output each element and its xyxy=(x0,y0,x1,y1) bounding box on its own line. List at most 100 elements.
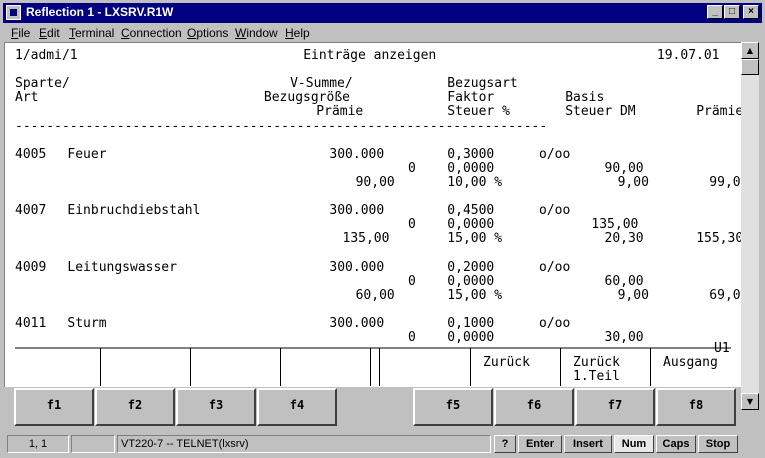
screen-text: 20,30 xyxy=(604,231,644,247)
menu-connection[interactable]: Connection xyxy=(121,26,182,40)
screen-text: Prämie xyxy=(696,104,744,120)
menu-options[interactable]: Options xyxy=(187,26,228,40)
status-spacer xyxy=(71,435,115,453)
screen-text: 4005 xyxy=(15,146,47,162)
screen-text: 9,00 xyxy=(617,174,649,190)
scroll-down-icon[interactable]: ▼ xyxy=(741,393,759,410)
screen-text: 135,00 xyxy=(591,217,639,233)
screen-text: 0,0000 xyxy=(447,330,495,345)
stop-button[interactable]: Stop xyxy=(698,435,738,453)
screen-text: 155,30 xyxy=(696,231,744,247)
title-bar[interactable]: Reflection 1 - LXSRV.R1W _ □ × xyxy=(3,3,762,23)
screen-text: Einbruchdiebstahl xyxy=(67,203,201,219)
f4-button[interactable]: f4 xyxy=(257,388,337,426)
menu-edit[interactable]: Edit xyxy=(39,26,60,40)
screen-text: 15,00 % xyxy=(447,287,503,303)
screen-text: ----------------------------------------… xyxy=(15,118,548,134)
screen-text: Steuer % xyxy=(447,104,510,120)
screen-text: 10,00 % xyxy=(447,174,503,190)
screen-text: o/oo xyxy=(539,203,571,219)
screen-text: Prämie xyxy=(316,104,364,120)
screen-text: o/oo xyxy=(539,146,571,162)
screen-text: 4011 xyxy=(15,315,47,331)
screen-text: Bezugsart xyxy=(447,76,518,92)
screen-text: 300.000 xyxy=(329,315,385,331)
screen-text: 0 xyxy=(408,217,416,233)
menu-bar: File Edit Terminal Connection Options Wi… xyxy=(3,24,762,42)
screen-text: 0,2000 xyxy=(447,259,495,275)
screen-text: Sturm xyxy=(67,315,107,331)
enter-button[interactable]: Enter xyxy=(518,435,562,453)
screen-text: 300.000 xyxy=(329,146,385,162)
screen-text: 0,0000 xyxy=(447,160,495,176)
scroll-thumb[interactable] xyxy=(741,59,759,75)
screen-text: V-Summe/ xyxy=(290,76,353,92)
screen-text: 0 xyxy=(408,330,416,345)
reflection-window: Reflection 1 - LXSRV.R1W _ □ × File Edit… xyxy=(0,0,765,458)
screen-text: 0 xyxy=(408,273,416,289)
minimize-button[interactable]: _ xyxy=(707,5,723,19)
screen-text: 60,00 xyxy=(604,273,644,289)
size-grip-icon[interactable] xyxy=(740,435,760,453)
scroll-up-icon[interactable]: ▲ xyxy=(741,42,759,59)
screen-text: 0 xyxy=(408,160,416,176)
screen-text: 1/admi/1 xyxy=(15,48,78,63)
menu-terminal[interactable]: Terminal xyxy=(69,26,114,40)
window-title: Reflection 1 - LXSRV.R1W xyxy=(26,5,174,19)
f1-button[interactable]: f1 xyxy=(14,388,94,426)
screen-text: 4007 xyxy=(15,203,47,219)
function-key-bar: f1 f2 f3 f4 f5 f6 f7 f8 xyxy=(4,387,741,432)
screen-text: 19.07.01 xyxy=(656,48,720,63)
screen-text: 300.000 xyxy=(329,203,385,219)
screen-text: 0,4500 xyxy=(447,203,495,219)
screen-text: Faktor xyxy=(447,90,495,106)
vertical-scrollbar[interactable]: ▲ ▼ xyxy=(741,42,759,410)
screen-text: 0,3000 xyxy=(447,146,495,162)
screen-text: 9,00 xyxy=(617,287,649,303)
status-bar: 1, 1 VT220-7 -- TELNET(lxsrv) ? Enter In… xyxy=(3,434,762,454)
screen-text: 4009 xyxy=(15,259,47,275)
menu-window[interactable]: Window xyxy=(235,26,278,40)
help-button[interactable]: ? xyxy=(494,435,516,453)
screen-text: o/oo xyxy=(539,259,571,275)
f3-button[interactable]: f3 xyxy=(176,388,256,426)
menu-help[interactable]: Help xyxy=(285,26,310,40)
close-button[interactable]: × xyxy=(743,5,759,19)
screen-text: 30,00 xyxy=(604,330,644,345)
app-icon[interactable] xyxy=(6,5,21,20)
f7-button[interactable]: f7 xyxy=(575,388,655,426)
screen-text: Feuer xyxy=(67,146,107,162)
cursor-position: 1, 1 xyxy=(7,435,69,453)
caps-indicator[interactable]: Caps xyxy=(656,435,696,453)
screen-text: 90,00 xyxy=(604,160,644,176)
screen-text: Einträge anzeigen xyxy=(303,48,437,63)
f6-button[interactable]: f6 xyxy=(494,388,574,426)
f8-button[interactable]: f8 xyxy=(656,388,736,426)
screen-text: 135,00 xyxy=(342,231,390,247)
screen-text: Art xyxy=(15,90,39,106)
num-indicator[interactable]: Num xyxy=(614,435,654,453)
f2-button[interactable]: f2 xyxy=(95,388,175,426)
screen-text: 0,0000 xyxy=(447,273,495,289)
menu-file[interactable]: File xyxy=(11,26,30,40)
terminal-screen[interactable]: U1 Zurück Zurück 1.Teil Ausgang 1/admi/1 E… xyxy=(4,42,748,388)
screen-text: 90,00 xyxy=(355,174,395,190)
screen-text: 0,0000 xyxy=(447,217,495,233)
f5-button[interactable]: f5 xyxy=(413,388,493,426)
screen-text: Steuer DM xyxy=(565,104,636,120)
softkey-label-f8: Ausgang xyxy=(663,355,718,370)
connection-status: VT220-7 -- TELNET(lxsrv) xyxy=(117,435,491,453)
screen-text: o/oo xyxy=(539,315,571,331)
screen-text: Sparte/ xyxy=(15,76,70,92)
screen-text: 300.000 xyxy=(329,259,385,275)
screen-text: 15,00 % xyxy=(447,231,503,247)
screen-text: Leitungswasser xyxy=(67,259,177,275)
screen-text: 0,1000 xyxy=(447,315,495,331)
softkey-label-f6: Zurück xyxy=(483,355,530,370)
insert-button[interactable]: Insert xyxy=(564,435,612,453)
screen-text: 60,00 xyxy=(355,287,395,303)
screen-text: Basis xyxy=(565,90,605,106)
screen-text: Bezugsgröße xyxy=(263,90,350,106)
softkey-label-f7: Zurück 1.Teil xyxy=(573,355,620,384)
maximize-button[interactable]: □ xyxy=(724,5,740,19)
